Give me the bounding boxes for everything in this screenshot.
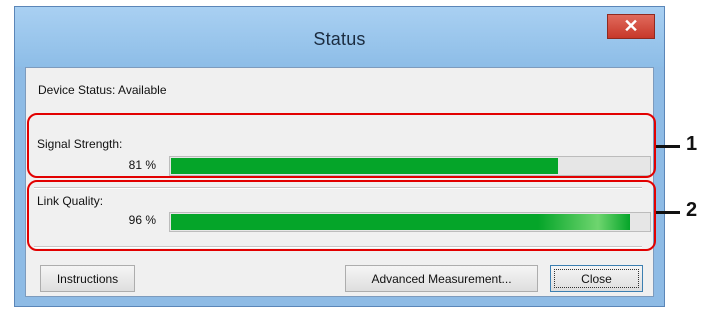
callout-box-signal-strength: [27, 113, 656, 178]
advanced-measurement-button[interactable]: Advanced Measurement...: [345, 265, 538, 292]
device-status-text: Device Status: Available: [38, 83, 167, 97]
callout-leader-line-1: [656, 145, 680, 148]
callout-number-2: 2: [686, 199, 698, 221]
focus-rectangle: [554, 269, 639, 288]
callout-box-link-quality: [27, 180, 656, 251]
instructions-button[interactable]: Instructions: [40, 265, 135, 292]
callout-leader-line-2: [656, 211, 680, 214]
callout-number-1: 1: [686, 133, 698, 155]
dialog-title: Status: [313, 29, 366, 49]
title-close-button[interactable]: ✕: [607, 14, 655, 39]
close-icon: ✕: [623, 16, 639, 36]
title-bar[interactable]: Status ✕: [15, 7, 664, 67]
close-button[interactable]: Close: [550, 265, 643, 292]
